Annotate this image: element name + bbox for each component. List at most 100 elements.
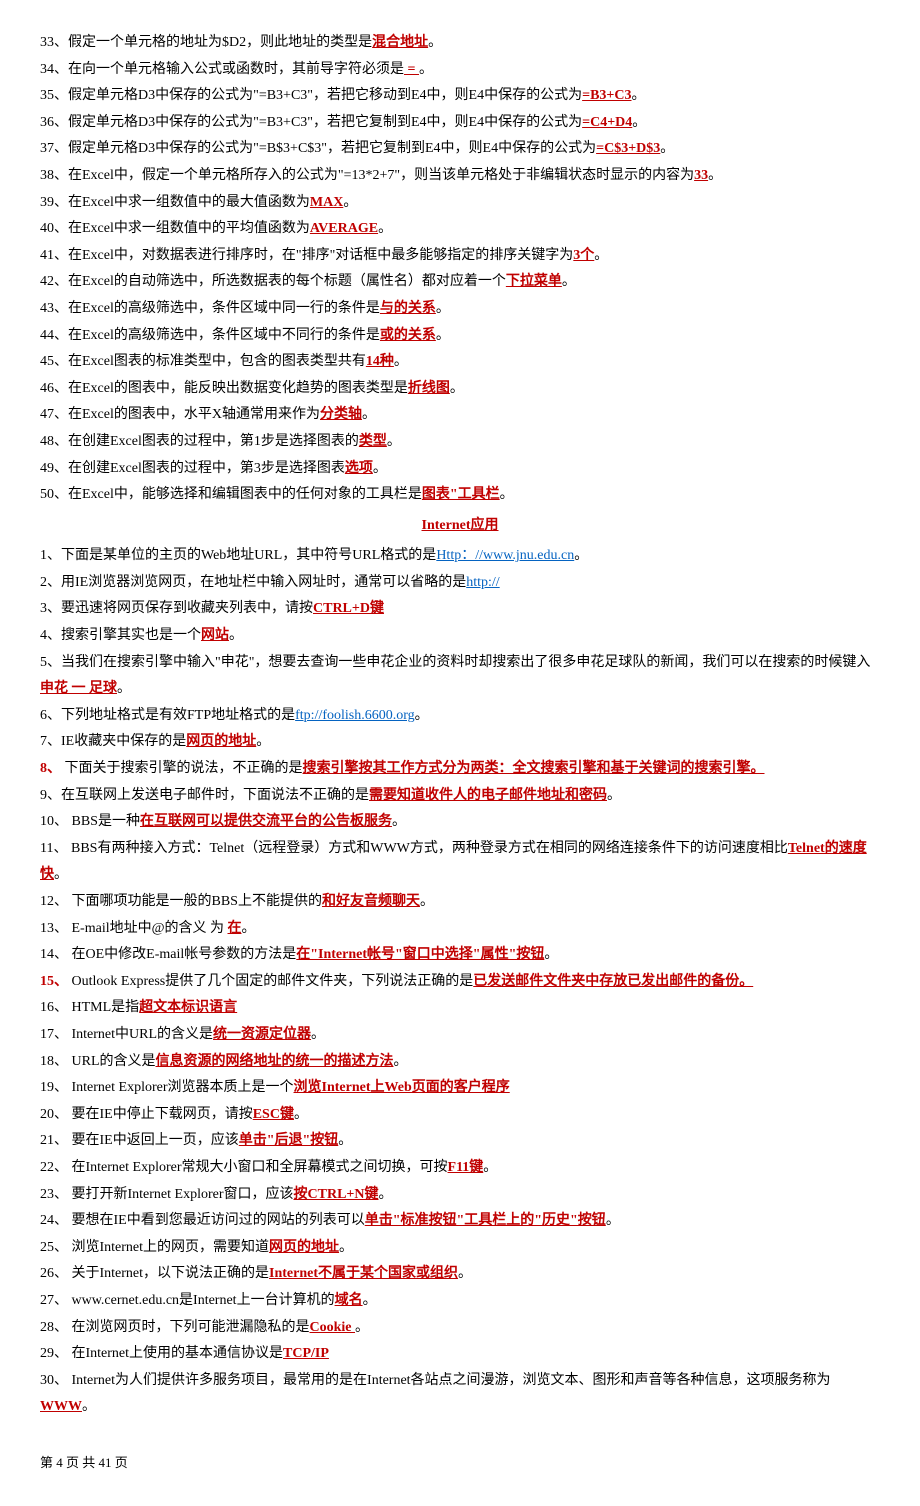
question-text: 要想在IE中看到您最近访问过的网站的列表可以 — [68, 1213, 365, 1228]
question-suffix: 。 — [500, 487, 514, 502]
question-line: 15、 Outlook Express提供了几个固定的邮件文件夹，下列说法正确的… — [40, 969, 880, 996]
answer: CTRL+D键 — [313, 601, 384, 616]
question-suffix: 。 — [708, 168, 722, 183]
question-number: 6、 — [40, 708, 61, 723]
answer: 已发送邮件文件夹中存放已发出邮件的备份。 — [473, 974, 753, 989]
question-number: 12、 — [40, 894, 68, 909]
question-text: 在Excel图表的标准类型中，包含的图表类型共有 — [68, 354, 366, 369]
document-body: 33、假定一个单元格的地址为$D2，则此地址的类型是混合地址。34、在向一个单元… — [40, 30, 880, 1421]
answer: = — [404, 62, 419, 77]
question-suffix: 。 — [294, 1107, 308, 1122]
answer: 浏览Internet上Web页面的客户程序 — [294, 1080, 510, 1095]
question-number: 35、 — [40, 88, 68, 103]
question-number: 23、 — [40, 1187, 68, 1202]
question-line: 8、 下面关于搜索引擎的说法，不正确的是搜索引擎按其工作方式分为两类：全文搜索引… — [40, 756, 880, 783]
question-text: 用IE浏览器浏览网页，在地址栏中输入网址时，通常可以省略的是 — [61, 575, 466, 590]
question-text: 在Excel的图表中，水平X轴通常用来作为 — [68, 407, 320, 422]
question-suffix: 。 — [632, 115, 646, 130]
question-number: 34、 — [40, 62, 68, 77]
question-suffix: 。 — [607, 788, 621, 803]
question-number: 33、 — [40, 35, 68, 50]
question-text: 在Excel中，能够选择和编辑图表中的任何对象的工具栏是 — [68, 487, 422, 502]
question-line: 40、在Excel中求一组数值中的平均值函数为AVERAGE。 — [40, 216, 880, 243]
answer: 在 — [228, 921, 242, 936]
question-line: 24、 要想在IE中看到您最近访问过的网站的列表可以单击"标准按钮"工具栏上的"… — [40, 1208, 880, 1235]
question-line: 38、在Excel中，假定一个单元格所存入的公式为"=13*2+7"，则当该单元… — [40, 163, 880, 190]
question-number: 15、 — [40, 974, 68, 989]
question-line: 9、在互联网上发送电子邮件时，下面说法不正确的是需要知道收件人的电子邮件地址和密… — [40, 783, 880, 810]
question-line: 18、 URL的含义是信息资源的网络地址的统一的描述方法。 — [40, 1049, 880, 1076]
question-text: 在Excel的高级筛选中，条件区域中不同行的条件是 — [68, 328, 380, 343]
question-text: BBS是一种 — [68, 814, 140, 829]
question-line: 3、要迅速将网页保存到收藏夹列表中，请按CTRL+D键 — [40, 596, 880, 623]
question-line: 6、下列地址格式是有效FTP地址格式的是ftp://foolish.6600.o… — [40, 703, 880, 730]
question-suffix: 。 — [355, 1320, 369, 1335]
question-number: 29、 — [40, 1346, 68, 1361]
question-text: 在Excel中求一组数值中的最大值函数为 — [68, 195, 310, 210]
question-suffix: 。 — [339, 1240, 353, 1255]
answer: 混合地址 — [372, 35, 428, 50]
question-number: 18、 — [40, 1054, 68, 1069]
answer: 信息资源的网络地址的统一的描述方法 — [156, 1054, 394, 1069]
question-text: 要在IE中返回上一页，应该 — [68, 1133, 239, 1148]
question-text: 下面是某单位的主页的Web地址URL，其中符号URL格式的是 — [61, 548, 436, 563]
question-suffix: 。 — [660, 141, 674, 156]
question-line: 49、在创建Excel图表的过程中，第3步是选择图表选项。 — [40, 456, 880, 483]
question-number: 39、 — [40, 195, 68, 210]
question-text: 当我们在搜索引擎中输入"申花"，想要去查询一些申花企业的资料时却搜索出了很多申花… — [61, 655, 870, 670]
question-number: 42、 — [40, 274, 68, 289]
question-text: 关于Internet，以下说法正确的是 — [68, 1266, 269, 1281]
question-text: 浏览Internet上的网页，需要知道 — [68, 1240, 269, 1255]
question-line: 48、在创建Excel图表的过程中，第1步是选择图表的类型。 — [40, 429, 880, 456]
question-text: 在Excel的自动筛选中，所选数据表的每个标题（属性名）都对应着一个 — [68, 274, 506, 289]
question-suffix: 。 — [428, 35, 442, 50]
question-line: 27、 www.cernet.edu.cn是Internet上一台计算机的域名。 — [40, 1288, 880, 1315]
question-text: 在互联网上发送电子邮件时，下面说法不正确的是 — [61, 788, 369, 803]
answer: 申花 一 足球 — [40, 681, 117, 696]
question-text: www.cernet.edu.cn是Internet上一台计算机的 — [68, 1293, 335, 1308]
question-text: Internet中URL的含义是 — [68, 1027, 213, 1042]
question-suffix: 。 — [387, 434, 401, 449]
answer: 超文本标识语言 — [139, 1000, 237, 1015]
question-number: 25、 — [40, 1240, 68, 1255]
question-line: 11、 BBS有两种接入方式：Telnet（远程登录）方式和WWW方式，两种登录… — [40, 836, 880, 889]
question-number: 16、 — [40, 1000, 68, 1015]
question-number: 40、 — [40, 221, 68, 236]
question-suffix: 。 — [458, 1266, 472, 1281]
question-line: 4、搜索引擎其实也是一个网站。 — [40, 623, 880, 650]
answer: 域名 — [335, 1293, 363, 1308]
question-number: 13、 — [40, 921, 68, 936]
question-line: 33、假定一个单元格的地址为$D2，则此地址的类型是混合地址。 — [40, 30, 880, 57]
answer: 与的关系 — [380, 301, 436, 316]
question-line: 2、用IE浏览器浏览网页，在地址栏中输入网址时，通常可以省略的是http:// — [40, 570, 880, 597]
question-text: 下面哪项功能是一般的BBS上不能提供的 — [68, 894, 322, 909]
answer: http:// — [466, 575, 499, 590]
question-number: 22、 — [40, 1160, 68, 1175]
question-line: 42、在Excel的自动筛选中，所选数据表的每个标题（属性名）都对应着一个下拉菜… — [40, 269, 880, 296]
answer: TCP/IP — [283, 1346, 329, 1361]
question-text: URL的含义是 — [68, 1054, 156, 1069]
question-suffix: 。 — [450, 381, 464, 396]
question-line: 46、在Excel的图表中，能反映出数据变化趋势的图表类型是折线图。 — [40, 376, 880, 403]
question-suffix: 。 — [343, 195, 357, 210]
answer: 下拉菜单 — [506, 274, 562, 289]
question-text: 在浏览网页时，下列可能泄漏隐私的是 — [68, 1320, 310, 1335]
answer: 14种 — [366, 354, 394, 369]
answer: 单击"后退"按钮 — [239, 1133, 339, 1148]
question-number: 47、 — [40, 407, 68, 422]
answer: 在互联网可以提供交流平台的公告板服务 — [140, 814, 392, 829]
question-number: 2、 — [40, 575, 61, 590]
question-number: 17、 — [40, 1027, 68, 1042]
question-suffix: 。 — [363, 1293, 377, 1308]
question-line: 5、当我们在搜索引擎中输入"申花"，想要去查询一些申花企业的资料时却搜索出了很多… — [40, 650, 880, 703]
question-number: 50、 — [40, 487, 68, 502]
answer: 3个 — [573, 248, 594, 263]
question-number: 19、 — [40, 1080, 68, 1095]
question-line: 29、 在Internet上使用的基本通信协议是TCP/IP — [40, 1341, 880, 1368]
question-line: 26、 关于Internet，以下说法正确的是Internet不属于某个国家或组… — [40, 1261, 880, 1288]
question-number: 4、 — [40, 628, 61, 643]
answer: =C4+D4 — [582, 115, 632, 130]
question-text: Internet Explorer浏览器本质上是一个 — [68, 1080, 294, 1095]
answer: ftp://foolish.6600.org — [295, 708, 415, 723]
question-suffix: 。 — [632, 88, 646, 103]
